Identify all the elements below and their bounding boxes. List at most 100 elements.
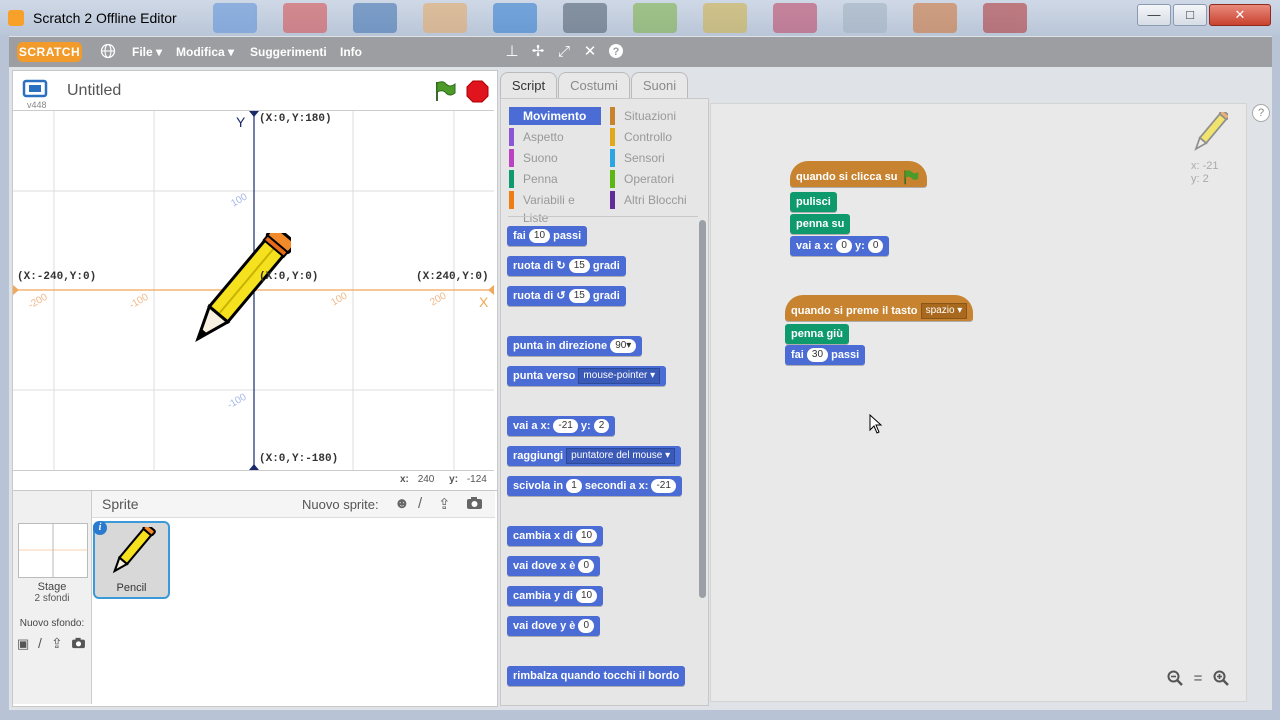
menu-info[interactable]: Info bbox=[340, 45, 362, 59]
stage-thumbnail[interactable] bbox=[18, 523, 88, 578]
menu-suggerimenti[interactable]: Suggerimenti bbox=[250, 45, 327, 59]
mouse-y-value: -124 bbox=[466, 474, 487, 485]
hat-when-key-pressed[interactable]: quando si preme il tasto spazio ▾ bbox=[785, 295, 974, 321]
block-glide[interactable]: scivola in 1 secondi a x: -21 bbox=[507, 476, 682, 496]
mouse-cursor-icon bbox=[869, 414, 883, 434]
window-title: Scratch 2 Offline Editor bbox=[33, 10, 177, 26]
duplicate-icon[interactable]: ⊥ bbox=[503, 43, 521, 61]
sprite-library-icon[interactable]: ☻ bbox=[394, 495, 410, 512]
app-icon bbox=[8, 10, 24, 26]
upload-sprite-icon[interactable]: ⇪ bbox=[438, 495, 451, 513]
help-icon[interactable]: ? bbox=[607, 43, 625, 61]
block-set-y[interactable]: vai dove y è 0 bbox=[507, 616, 600, 636]
block-turn-right[interactable]: ruota di ↻ 15 gradi bbox=[507, 256, 626, 276]
tab-script[interactable]: Script bbox=[500, 72, 557, 99]
sprite-header bbox=[92, 491, 495, 518]
pencil-sprite[interactable] bbox=[181, 233, 291, 358]
block-change-x[interactable]: cambia x di 10 bbox=[507, 526, 604, 546]
rotate-ccw-icon: ↺ bbox=[556, 290, 566, 302]
tab-costumi[interactable]: Costumi bbox=[558, 72, 630, 99]
block-clear[interactable]: pulisci bbox=[790, 192, 837, 212]
new-sprite-label: Nuovo sprite: bbox=[302, 497, 379, 512]
block-move-steps[interactable]: fai 10 passi bbox=[507, 226, 588, 246]
tab-suoni[interactable]: Suoni bbox=[631, 72, 688, 99]
coord-right-label: (X:240,Y:0) bbox=[416, 271, 489, 283]
rotate-cw-icon: ↻ bbox=[556, 260, 566, 272]
block-pen-up[interactable]: penna su bbox=[790, 214, 851, 234]
menu-modifica[interactable]: Modifica ▾ bbox=[176, 45, 234, 59]
block-turn-left[interactable]: ruota di ↺ 15 gradi bbox=[507, 286, 626, 306]
window-frame-left bbox=[0, 36, 9, 720]
stage-label: Stage bbox=[37, 581, 67, 593]
project-title[interactable]: Untitled bbox=[67, 82, 121, 100]
y-axis-label: Y bbox=[236, 114, 246, 130]
stop-sign-icon[interactable] bbox=[466, 80, 489, 106]
zoom-in-icon[interactable] bbox=[1212, 670, 1230, 688]
category-altri-blocchi[interactable]: Altri Blocchi bbox=[610, 191, 700, 209]
upload-backdrop-icon[interactable]: ⇪ bbox=[51, 635, 63, 652]
block-point-direction[interactable]: punta in direzione 90▾ bbox=[507, 336, 643, 356]
close-button[interactable]: ✕ bbox=[1209, 4, 1271, 26]
category-penna[interactable]: Penna bbox=[509, 170, 601, 188]
camera-sprite-icon[interactable] bbox=[466, 496, 483, 513]
coord-top-label: (X:0,Y:180) bbox=[259, 113, 332, 125]
cut-icon[interactable]: ✢ bbox=[529, 43, 547, 61]
block-move-steps-script[interactable]: fai 30 passi bbox=[785, 345, 866, 365]
category-operatori[interactable]: Operatori bbox=[610, 170, 700, 188]
block-goto-xy[interactable]: vai a x: -21 y: 2 bbox=[507, 416, 616, 436]
stage-backdrop-count: 2 sfondi bbox=[34, 593, 70, 604]
paint-sprite-icon[interactable]: / bbox=[418, 495, 422, 512]
category-variabili[interactable]: Variabili e Liste bbox=[509, 191, 601, 225]
sprite-name: Pencil bbox=[116, 582, 147, 594]
menu-file[interactable]: File ▾ bbox=[132, 45, 162, 59]
block-set-x[interactable]: vai dove x è 0 bbox=[507, 556, 600, 576]
minimize-button[interactable]: — bbox=[1137, 4, 1171, 26]
maximize-button[interactable]: □ bbox=[1173, 4, 1207, 26]
window-frame-bottom bbox=[0, 710, 1280, 720]
block-change-y[interactable]: cambia y di 10 bbox=[507, 586, 604, 606]
sprite-y-readout: y: 2 bbox=[1191, 173, 1209, 185]
version-label: v448 bbox=[27, 100, 47, 110]
coord-bottom-label: (X:0,Y:-180) bbox=[259, 453, 339, 465]
coord-center-label: (X:0,Y:0) bbox=[259, 271, 319, 283]
coord-left-label: (X:-240,Y:0) bbox=[17, 271, 97, 283]
category-controllo[interactable]: Controllo bbox=[610, 128, 700, 146]
block-goto-xy-script[interactable]: vai a x: 0 y: 0 bbox=[790, 236, 890, 256]
fullscreen-icon[interactable] bbox=[22, 79, 50, 102]
block-pen-down[interactable]: penna giù bbox=[785, 324, 849, 344]
category-aspetto[interactable]: Aspetto bbox=[509, 128, 601, 146]
mouse-position-readout: x: 240 y: -124 bbox=[400, 474, 487, 485]
paint-backdrop-icon[interactable]: / bbox=[38, 635, 42, 651]
block-point-towards[interactable]: punta verso mouse-pointer ▾ bbox=[507, 366, 667, 386]
palette-divider bbox=[508, 216, 698, 217]
globe-icon[interactable] bbox=[99, 43, 117, 61]
backdrop-library-icon[interactable]: ▣ bbox=[17, 636, 29, 652]
scripts-help-icon[interactable]: ? bbox=[1252, 104, 1270, 122]
mouse-x-value: 240 bbox=[417, 474, 435, 485]
green-flag-icon[interactable] bbox=[433, 80, 457, 105]
stage-canvas[interactable] bbox=[13, 110, 494, 471]
green-flag-icon bbox=[904, 170, 918, 185]
block-goto-target[interactable]: raggiungi puntatore del mouse ▾ bbox=[507, 446, 682, 466]
category-sensori[interactable]: Sensori bbox=[610, 149, 700, 167]
grow-icon[interactable]: ⤢ bbox=[555, 43, 573, 61]
mouse-x-label: x: bbox=[400, 474, 409, 485]
current-sprite-icon bbox=[1194, 112, 1228, 151]
hat-when-flag-clicked[interactable]: quando si clicca su bbox=[790, 161, 927, 187]
block-bounce-edge[interactable]: rimbalza quando tocchi il bordo bbox=[507, 666, 686, 686]
camera-backdrop-icon[interactable] bbox=[71, 637, 86, 652]
background-taskbar-thumbnails bbox=[200, 0, 1120, 36]
category-situazioni[interactable]: Situazioni bbox=[610, 107, 700, 125]
svg-text:?: ? bbox=[613, 46, 620, 58]
sprite-info-icon[interactable]: i bbox=[93, 521, 107, 535]
category-movimento[interactable]: Movimento bbox=[509, 107, 601, 125]
zoom-reset-icon[interactable]: = bbox=[1189, 670, 1207, 688]
category-suono[interactable]: Suono bbox=[509, 149, 601, 167]
shrink-icon[interactable]: ✕ bbox=[581, 43, 599, 61]
zoom-out-icon[interactable] bbox=[1166, 670, 1184, 688]
window-frame-right bbox=[1272, 36, 1280, 720]
new-backdrop-label: Nuovo sfondo: bbox=[19, 618, 85, 629]
sprite-header-title: Sprite bbox=[102, 496, 139, 512]
palette-scrollbar[interactable] bbox=[699, 220, 706, 598]
scratch-logo[interactable]: SCRATCH bbox=[17, 42, 82, 62]
